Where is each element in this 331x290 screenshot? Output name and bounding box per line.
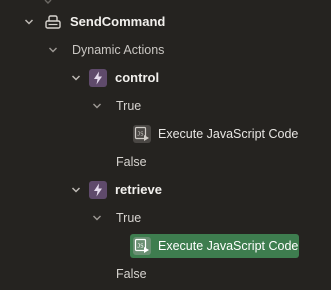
svg-text:JS: JS xyxy=(137,244,144,250)
javascript-icon: JS xyxy=(133,125,151,143)
true-branch-label: True xyxy=(116,211,142,225)
tree-node-action[interactable]: JS Execute JavaScript Code xyxy=(0,121,331,147)
chevron-down-icon[interactable] xyxy=(91,212,103,224)
dynamic-action-label: control xyxy=(115,70,160,85)
chevron-down-icon[interactable] xyxy=(47,44,59,56)
tree-node-false-branch[interactable]: False xyxy=(0,149,331,175)
tree-node-group[interactable]: Dynamic Actions xyxy=(0,37,331,63)
dynamic-action-icon xyxy=(89,181,107,199)
tree-node-true-branch[interactable]: True xyxy=(0,93,331,119)
tree-node-true-branch[interactable]: True xyxy=(0,205,331,231)
tree-node-region[interactable]: SendCommand xyxy=(0,9,331,35)
tree-node-dynamic-action[interactable]: control xyxy=(0,65,331,91)
chevron-down-icon[interactable] xyxy=(23,16,35,28)
tree-node-action-selected[interactable]: JS Execute JavaScript Code xyxy=(130,234,299,258)
javascript-icon: JS xyxy=(133,237,151,255)
svg-text:JS: JS xyxy=(137,132,144,138)
chevron-down-icon[interactable] xyxy=(91,100,103,112)
action-label: Execute JavaScript Code xyxy=(158,127,299,141)
chevron-down-icon[interactable] xyxy=(70,184,82,196)
region-icon xyxy=(44,13,62,31)
group-label: Dynamic Actions xyxy=(72,43,165,57)
region-label: SendCommand xyxy=(70,14,166,29)
dynamic-action-icon xyxy=(89,69,107,87)
tree-node-false-branch[interactable]: False xyxy=(0,261,331,287)
dynamic-action-label: retrieve xyxy=(115,182,162,197)
tree-node-dynamic-action[interactable]: retrieve xyxy=(0,177,331,203)
true-branch-label: True xyxy=(116,99,142,113)
false-branch-label: False xyxy=(116,155,147,169)
chevron-down-icon[interactable] xyxy=(70,72,82,84)
false-branch-label: False xyxy=(116,267,147,281)
action-label: Execute JavaScript Code xyxy=(158,239,299,253)
